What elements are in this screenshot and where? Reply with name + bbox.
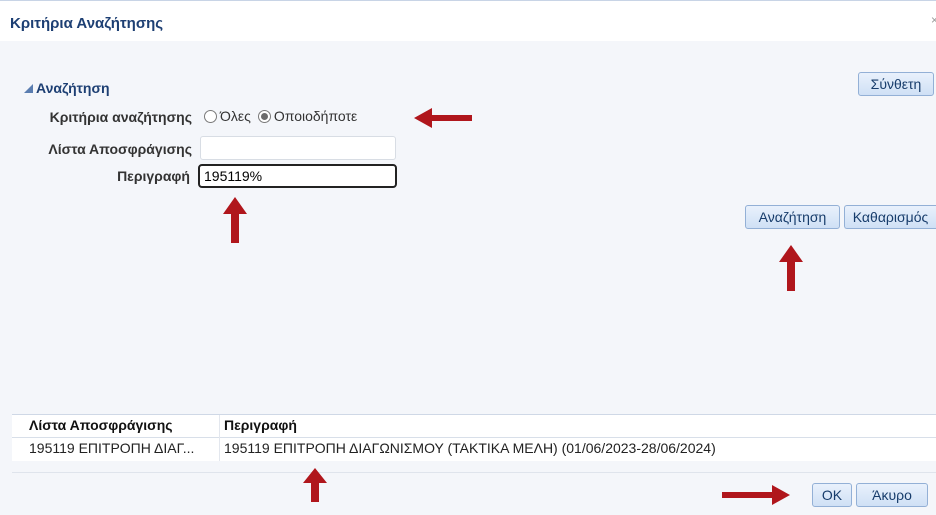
table-cell-list[interactable]: 195119 ΕΠΙΤΡΟΠΗ ΔΙΑΓ... [29,440,194,456]
left-arrow-icon [414,108,472,128]
clear-button[interactable]: Καθαρισμός [844,205,936,229]
radio-all-label: Όλες [220,108,251,124]
radio-all[interactable] [204,109,217,123]
list-label: Λίστα Αποσφράγισης [48,141,192,157]
column-header-list[interactable]: Λίστα Αποσφράγισης [29,417,173,433]
criteria-label: Κριτήρια αναζήτησης [49,109,192,125]
up-arrow-icon [779,245,803,291]
criteria-radio-group: Όλες Οποιοδήποτε [204,108,357,124]
list-input[interactable] [200,136,396,160]
collapse-triangle-icon[interactable] [24,83,33,93]
description-label: Περιγραφή [117,168,190,184]
results-table: Λίστα Αποσφράγισης Περιγραφή 195119 ΕΠΙΤ… [12,414,936,461]
footer-divider [12,472,936,473]
table-cell-description[interactable]: 195119 ΕΠΙΤΡΟΠΗ ΔΙΑΓΩΝΙΣΜΟΥ (ΤΑΚΤΙΚΑ ΜΕΛ… [224,440,716,456]
radio-any[interactable] [257,109,271,123]
advanced-search-button[interactable]: Σύνθετη [858,72,934,96]
ok-button[interactable]: OK [812,483,852,507]
dialog-title-bar: Κριτήρια Αναζήτησης × [0,0,936,41]
header-divider [12,437,936,438]
radio-any-label: Οποιοδήποτε [273,108,358,124]
up-arrow-icon [303,468,327,502]
search-button[interactable]: Αναζήτηση [745,205,840,229]
search-section-header[interactable]: Αναζήτηση [24,80,110,96]
right-arrow-icon [722,485,790,505]
cancel-button[interactable]: Άκυρο [856,483,928,507]
search-section-title: Αναζήτηση [36,80,110,96]
up-arrow-icon [223,197,247,243]
close-icon[interactable]: × [931,13,936,27]
dialog-title: Κριτήρια Αναζήτησης [10,15,164,32]
description-input[interactable] [198,164,397,188]
column-header-description[interactable]: Περιγραφή [224,417,297,433]
column-divider [219,415,220,461]
